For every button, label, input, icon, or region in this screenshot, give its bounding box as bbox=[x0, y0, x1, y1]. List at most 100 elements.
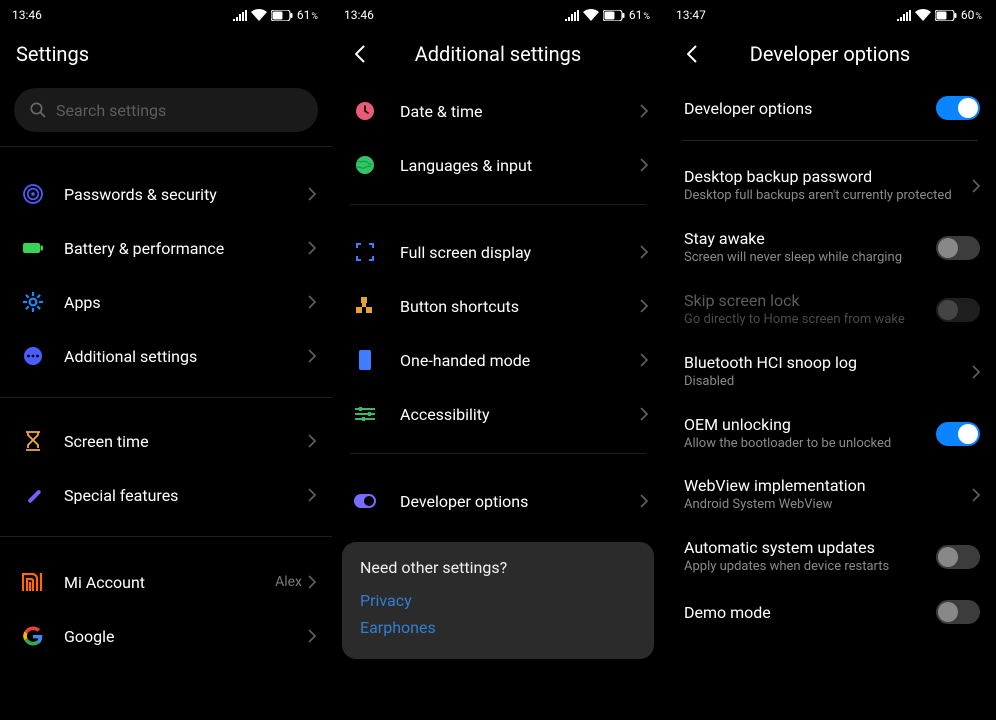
wand-icon bbox=[20, 482, 46, 508]
battery-icon bbox=[935, 10, 957, 21]
page-header: Settings bbox=[0, 30, 332, 78]
chevron-right-icon bbox=[640, 104, 648, 118]
row-label: Google bbox=[64, 627, 308, 646]
row-webview-implementation[interactable]: WebView implementation Android System We… bbox=[664, 464, 996, 526]
row-title: Bluetooth HCI snoop log bbox=[684, 353, 972, 372]
battery-icon bbox=[271, 10, 293, 21]
row-title: OEM unlocking bbox=[684, 415, 936, 434]
row-label: Passwords & security bbox=[64, 185, 308, 204]
suggestion-link-privacy[interactable]: Privacy bbox=[360, 591, 636, 610]
toggle-switch[interactable] bbox=[936, 96, 980, 120]
row-apps[interactable]: Apps bbox=[0, 275, 332, 329]
row-label: Mi Account bbox=[64, 573, 275, 592]
row-developer-options[interactable]: Developer options bbox=[332, 474, 664, 528]
row-special-features[interactable]: Special features bbox=[0, 468, 332, 522]
battery-pct: 60% bbox=[961, 8, 982, 22]
battery-pct: 61% bbox=[629, 8, 650, 22]
signal-icon bbox=[233, 10, 247, 21]
divider bbox=[350, 204, 646, 205]
row-oem-unlocking[interactable]: OEM unlocking Allow the bootloader to be… bbox=[664, 403, 996, 465]
row-mi-account[interactable]: Mi Account Alex bbox=[0, 555, 332, 609]
row-subtitle: Screen will never sleep while charging bbox=[684, 250, 936, 267]
row-title: Automatic system updates bbox=[684, 538, 936, 557]
chevron-right-icon bbox=[640, 158, 648, 172]
row-full-screen-display[interactable]: Full screen display bbox=[332, 225, 664, 279]
chevron-right-icon bbox=[640, 353, 648, 367]
status-bar: 13:46 61% bbox=[332, 0, 664, 30]
chevron-right-icon bbox=[640, 494, 648, 508]
battery-perf-icon bbox=[20, 235, 46, 261]
row-google[interactable]: Google bbox=[0, 609, 332, 663]
search-input[interactable]: Search settings bbox=[14, 88, 318, 132]
chevron-left-icon bbox=[355, 45, 365, 63]
chevron-right-icon bbox=[308, 488, 316, 502]
row-demo-mode[interactable]: Demo mode bbox=[664, 588, 996, 636]
gear-icon bbox=[20, 289, 46, 315]
suggestion-link-earphones[interactable]: Earphones bbox=[360, 618, 636, 637]
row-accessibility[interactable]: Accessibility bbox=[332, 387, 664, 441]
master-toggle[interactable]: Developer options bbox=[664, 84, 996, 132]
row-languages-input[interactable]: Languages & input bbox=[332, 138, 664, 192]
row-date-time[interactable]: Date & time bbox=[332, 84, 664, 138]
clock: 13:46 bbox=[344, 8, 374, 22]
shield-icon bbox=[20, 181, 46, 207]
search-placeholder: Search settings bbox=[56, 101, 166, 120]
divider bbox=[350, 453, 646, 454]
page-title: Additional settings bbox=[415, 42, 582, 66]
row-label: Battery & performance bbox=[64, 239, 308, 258]
sliders-icon bbox=[354, 403, 376, 425]
row-title: Demo mode bbox=[684, 603, 936, 622]
wifi-icon bbox=[583, 9, 599, 21]
row-subtitle: Android System WebView bbox=[684, 497, 972, 514]
chevron-right-icon bbox=[308, 295, 316, 309]
row-subtitle: Desktop full backups aren't currently pr… bbox=[684, 188, 972, 205]
chevron-right-icon bbox=[972, 488, 980, 502]
back-button[interactable] bbox=[680, 42, 704, 66]
row-one-handed-mode[interactable]: One-handed mode bbox=[332, 333, 664, 387]
toggle-switch[interactable] bbox=[936, 236, 980, 260]
row-label: Date & time bbox=[400, 102, 640, 121]
row-label: Full screen display bbox=[400, 243, 640, 262]
toggle-switch[interactable] bbox=[936, 545, 980, 569]
page-title: Settings bbox=[16, 42, 89, 66]
battery-icon bbox=[603, 10, 625, 21]
row-automatic-system-updates[interactable]: Automatic system updates Apply updates w… bbox=[664, 526, 996, 588]
row-button-shortcuts[interactable]: Button shortcuts bbox=[332, 279, 664, 333]
suggestion-card: Need other settings? Privacy Earphones bbox=[342, 542, 654, 659]
clock-icon bbox=[354, 100, 376, 122]
toggle-switch bbox=[936, 298, 980, 322]
signal-icon bbox=[897, 10, 911, 21]
row-screen-time[interactable]: Screen time bbox=[0, 414, 332, 468]
row-subtitle: Apply updates when device restarts bbox=[684, 559, 936, 576]
row-label: Accessibility bbox=[400, 405, 640, 424]
row-passwords-security[interactable]: Passwords & security bbox=[0, 167, 332, 221]
row-battery-performance[interactable]: Battery & performance bbox=[0, 221, 332, 275]
row-bluetooth-hci-log[interactable]: Bluetooth HCI snoop log Disabled bbox=[664, 341, 996, 403]
battery-pct: 61% bbox=[297, 8, 318, 22]
chevron-right-icon bbox=[640, 407, 648, 421]
settings-pane: 13:46 61% Settings Search settings Passw… bbox=[0, 0, 332, 720]
status-bar: 13:47 60% bbox=[664, 0, 996, 30]
chevron-right-icon bbox=[308, 187, 316, 201]
page-title: Developer options bbox=[750, 42, 910, 66]
status-bar: 13:46 61% bbox=[0, 0, 332, 30]
divider bbox=[0, 146, 332, 147]
row-additional-settings[interactable]: Additional settings bbox=[0, 329, 332, 383]
toggle-icon bbox=[354, 490, 376, 512]
chevron-right-icon bbox=[308, 349, 316, 363]
row-label: Screen time bbox=[64, 432, 308, 451]
row-title: Desktop backup password bbox=[684, 167, 972, 186]
row-desktop-backup-password[interactable]: Desktop backup password Desktop full bac… bbox=[664, 155, 996, 217]
toggle-switch[interactable] bbox=[936, 600, 980, 624]
row-label: Developer options bbox=[400, 492, 640, 511]
divider bbox=[682, 140, 978, 141]
chevron-right-icon bbox=[640, 245, 648, 259]
row-stay-awake[interactable]: Stay awake Screen will never sleep while… bbox=[664, 217, 996, 279]
toggle-switch[interactable] bbox=[936, 422, 980, 446]
back-button[interactable] bbox=[348, 42, 372, 66]
developer-options-pane: 13:47 60% Developer options Developer op… bbox=[664, 0, 996, 720]
chevron-right-icon bbox=[308, 241, 316, 255]
row-label: Special features bbox=[64, 486, 308, 505]
signal-icon bbox=[565, 10, 579, 21]
phone-icon bbox=[354, 349, 376, 371]
